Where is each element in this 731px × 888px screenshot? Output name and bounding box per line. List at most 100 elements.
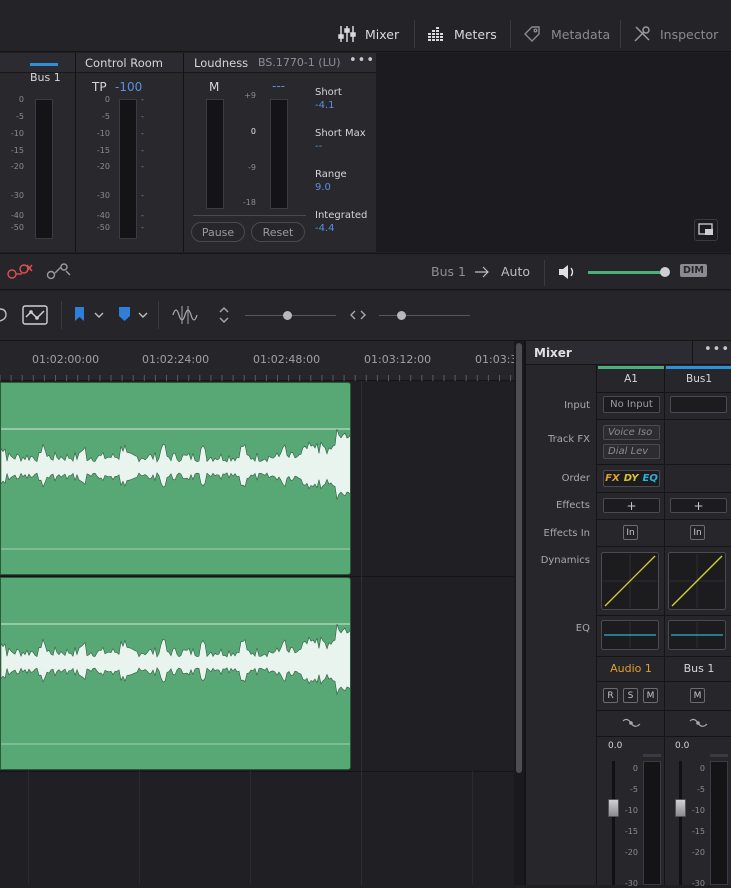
channel-meter-a1 [643,761,661,885]
scale-label: -10 [96,129,110,138]
volume-slider-knob[interactable] [659,267,670,277]
row-divider [596,656,731,657]
effects-in-row-label: Effects In [543,528,590,539]
scale-label: -15 [691,827,705,836]
fader-track-a1[interactable] [612,761,615,885]
dynamics-graph-bus1[interactable] [668,552,726,610]
input-select-bus1[interactable] [670,396,727,413]
input-select-a1[interactable]: No Input [603,396,660,413]
scrollbar-thumb[interactable] [516,343,522,773]
order-eq: EQ [642,473,658,484]
track-name-bus1[interactable]: Bus 1 [666,662,731,675]
scale-label: -20 [10,162,24,171]
eq-row-label: EQ [575,623,590,634]
track-fx-row-label: Track FX [548,434,590,445]
loudness-options-icon[interactable]: ••• [349,53,375,68]
scale-label: -50 [10,223,24,232]
tp-label: TP [92,80,107,94]
ruler-time: 01:03:3 [475,353,518,366]
automation-record-icon[interactable] [6,261,34,283]
vertical-zoom-knob[interactable] [283,311,292,320]
scale-tick: - [141,211,144,220]
waveform-zoom-icon[interactable] [172,303,200,327]
dynamics-graph-a1[interactable] [601,552,659,610]
panel-divider [183,53,184,252]
grid-line [250,771,251,885]
order-dy: DY [623,473,639,484]
scale-tick: - [141,95,144,104]
pan-icon-a1[interactable] [622,715,642,731]
picture-in-picture-button[interactable] [694,219,718,241]
control-room-header: Control Room [76,53,183,73]
scale-label: -5 [630,785,638,794]
order-fx: FX [605,473,620,484]
monitor-row: Bus 1 Auto DIM [0,253,731,290]
meters-tab[interactable]: Meters [427,18,497,50]
record-arm-button[interactable]: R [603,688,618,703]
scale-label: -40 [96,211,110,220]
loudness-standard[interactable]: BS.1770-1 (LU) [258,56,341,69]
track-divider [0,771,514,772]
marker-shield-icon[interactable] [117,306,153,324]
row-divider [596,736,731,737]
horizontal-zoom-icon[interactable] [349,308,367,322]
mixer-options-icon[interactable]: ••• [704,342,730,357]
horizontal-zoom-slider[interactable] [379,315,470,316]
scale-label: -10 [624,806,638,815]
add-effect-a1[interactable]: + [603,498,660,513]
solo-button[interactable]: S [623,688,638,703]
pip-icon [698,223,713,235]
eq-graph-bus1[interactable] [668,620,726,650]
track-fx-slot-1[interactable]: Voice Iso [603,425,660,440]
clip-waveform [1,623,350,745]
order-selector[interactable]: FX DY EQ [603,470,660,487]
scale-label: -18 [242,198,256,207]
monitor-auto-label[interactable]: Auto [501,264,530,279]
add-effect-bus1[interactable]: + [670,498,727,513]
effects-in-toggle-bus1[interactable]: In [690,525,705,540]
mute-button-bus1[interactable]: M [690,688,705,703]
track-name-audio1[interactable]: Audio 1 [598,662,664,675]
vertical-zoom-icon[interactable] [218,305,230,325]
scale-tick: - [141,162,144,171]
monitor-bus-label[interactable]: Bus 1 [431,264,466,279]
scale-label: 0 [250,127,256,136]
curve-tool-icon[interactable] [22,303,50,327]
eq-graph-a1[interactable] [601,620,659,650]
toolbar-divider [61,301,62,329]
scale-label: -5 [16,112,24,121]
bus-meter-title: Bus 1 [30,71,61,84]
dim-button[interactable]: DIM [680,264,707,277]
effects-in-toggle-a1[interactable]: In [623,525,638,540]
audio-clip[interactable] [0,577,351,770]
speaker-icon[interactable] [557,263,577,281]
metadata-tab[interactable]: Metadata [522,18,610,50]
automation-settings-icon[interactable] [44,261,72,283]
fader-value-bus1: 0.0 [675,741,690,751]
partial-tool-icon[interactable] [0,305,8,325]
volume-slider-track[interactable] [588,271,668,274]
grid-line [139,771,140,885]
horizontal-zoom-knob[interactable] [397,311,406,320]
mixer-tab[interactable]: Mixer [338,18,399,50]
row-divider [596,681,731,682]
pan-icon-bus1[interactable] [689,715,709,731]
scale-label: -15 [624,827,638,836]
audio-clip[interactable] [0,382,351,575]
dynamics-row-label: Dynamics [540,555,590,566]
fader-track-bus1[interactable] [679,761,682,885]
scale-label: -30 [96,191,110,200]
metadata-icon [524,26,540,42]
grid-line [28,771,29,885]
peak-indicator [643,754,661,757]
pause-button[interactable]: Pause [191,222,245,242]
control-room-meter-bar [119,99,137,239]
inspector-tab[interactable]: Inspector [633,18,718,50]
scale-label: -20 [96,162,110,171]
marker-flag-icon[interactable] [73,306,109,324]
track-fx-slot-2[interactable]: Dial Lev [603,444,660,459]
timeline-ruler[interactable]: 01:02:00:00 01:02:24:00 01:02:48:00 01:0… [0,341,518,381]
mixer-icon [338,26,356,42]
reset-button[interactable]: Reset [251,222,305,242]
mute-button-a1[interactable]: M [643,688,658,703]
